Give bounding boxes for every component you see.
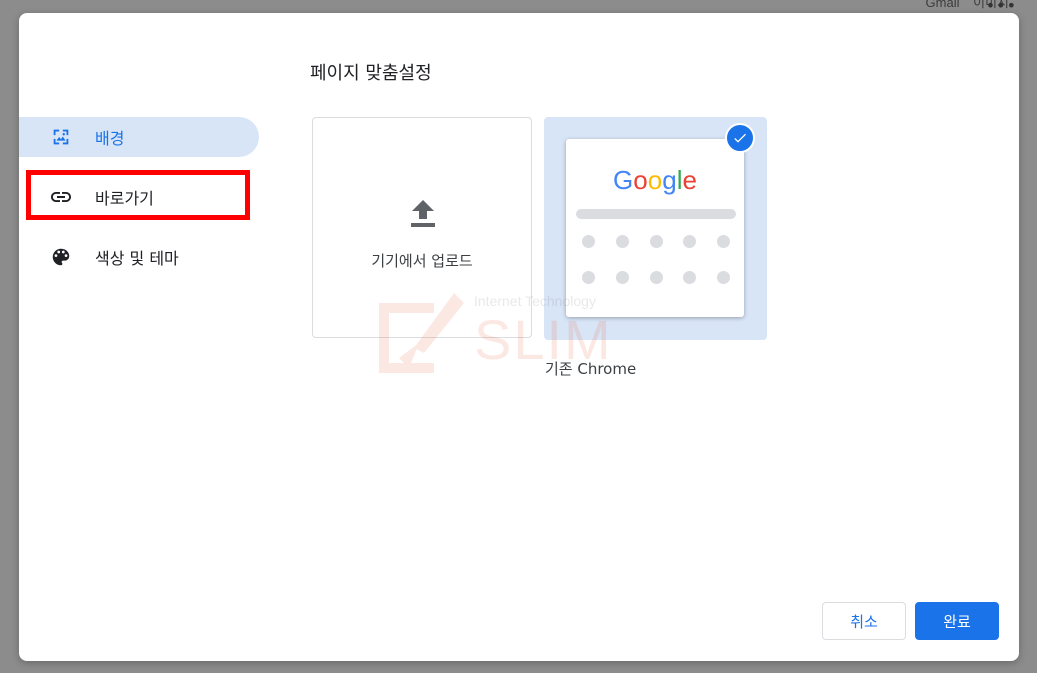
- preview-shortcut-grid: [582, 235, 730, 307]
- sidebar-item-background[interactable]: 배경: [19, 117, 259, 157]
- sidebar-item-color-theme[interactable]: 색상 및 테마: [19, 237, 259, 277]
- upload-from-device-tile[interactable]: 기기에서 업로드: [312, 117, 532, 338]
- preview-search-bar: [576, 209, 736, 219]
- gmail-link[interactable]: Gmail: [926, 0, 960, 10]
- default-chrome-tile[interactable]: Google: [544, 117, 767, 340]
- chrome-preview: Google: [566, 139, 744, 317]
- google-logo: Google: [613, 165, 697, 195]
- shortcut-dot: [615, 235, 629, 248]
- done-button[interactable]: 완료: [915, 602, 999, 640]
- customize-page-dialog: 페이지 맞춤설정 배경 바로가기 색상 및 테마 기기에서 업로드 Google…: [19, 13, 1019, 661]
- shortcut-dot: [683, 235, 697, 248]
- page-title: 페이지 맞춤설정: [310, 63, 432, 84]
- sidebar-item-label: 색상 및 테마: [95, 249, 179, 268]
- shortcut-dot: [717, 271, 730, 284]
- shortcut-dot: [649, 271, 663, 284]
- upload-icon: [409, 198, 437, 232]
- sidebar-item-label: 배경: [95, 129, 125, 148]
- shortcut-dot: [649, 235, 663, 248]
- shortcut-dot: [615, 271, 629, 284]
- shortcut-dot: [582, 271, 595, 284]
- annotation-highlight-box: [26, 170, 250, 220]
- check-circle-icon: [725, 123, 755, 153]
- default-chrome-label: 기존 Chrome: [545, 360, 637, 378]
- upload-label: 기기에서 업로드: [371, 252, 473, 270]
- shortcut-dot: [582, 235, 595, 248]
- cancel-button[interactable]: 취소: [822, 602, 906, 640]
- shortcut-dot: [717, 235, 730, 248]
- shortcut-dot: [683, 271, 697, 284]
- palette-icon: [49, 245, 73, 269]
- wallpaper-icon: [49, 125, 73, 149]
